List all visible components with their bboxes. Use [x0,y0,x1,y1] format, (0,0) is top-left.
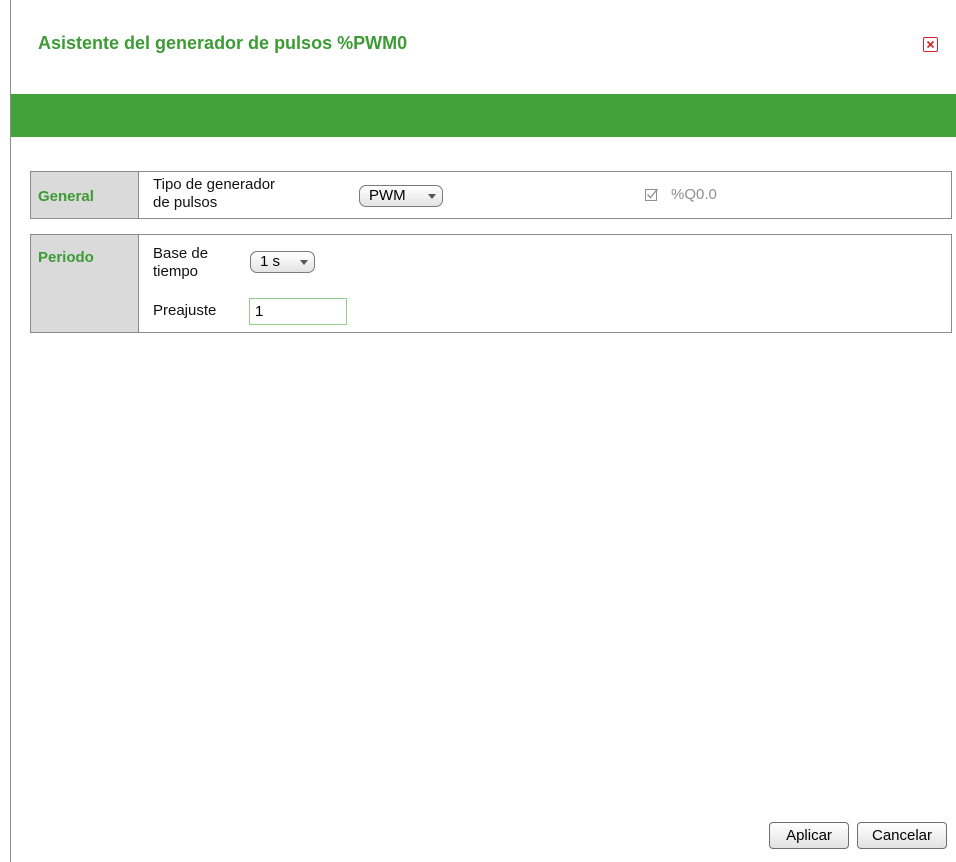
pulse-type-label-line1: Tipo de generador [153,176,276,193]
chevron-down-icon [428,194,436,199]
close-icon [926,40,935,49]
chevron-down-icon [300,260,308,265]
dialog-title: Asistente del generador de pulsos %PWM0 [38,33,408,53]
pulse-type-value: PWM [369,187,406,204]
periodo-section-label: Periodo [31,235,139,332]
timebase-label: Base de tiempo [153,245,208,281]
pwm-wizard-dialog: Asistente del generador de pulsos %PWM0 … [10,0,956,862]
timebase-dropdown[interactable]: 1 s [250,251,315,273]
close-button[interactable] [923,37,938,52]
timebase-value: 1 s [260,253,281,270]
cancel-button[interactable]: Cancelar [857,822,947,849]
output-label: %Q0.0 [671,186,717,203]
timebase-label-line1: Base de [153,245,209,262]
general-section: General Tipo de generador de pulsos PWM … [30,171,952,219]
pulse-type-label-line2: de pulsos [153,194,218,211]
pulse-type-dropdown[interactable]: PWM [359,185,443,207]
pulse-type-label: Tipo de generador de pulsos [153,176,275,212]
preset-input[interactable] [249,298,347,325]
general-label-text: General [38,188,94,205]
checkbox-checked-icon[interactable] [644,187,659,202]
general-section-label: General [31,172,139,218]
periodo-section: Periodo Base de tiempo 1 s Preajuste [30,234,952,333]
preset-label: Preajuste [153,302,217,319]
header-band [11,94,956,137]
timebase-label-line2: tiempo [153,263,199,280]
periodo-label-text: Periodo [38,249,94,266]
apply-button[interactable]: Aplicar [769,822,849,849]
